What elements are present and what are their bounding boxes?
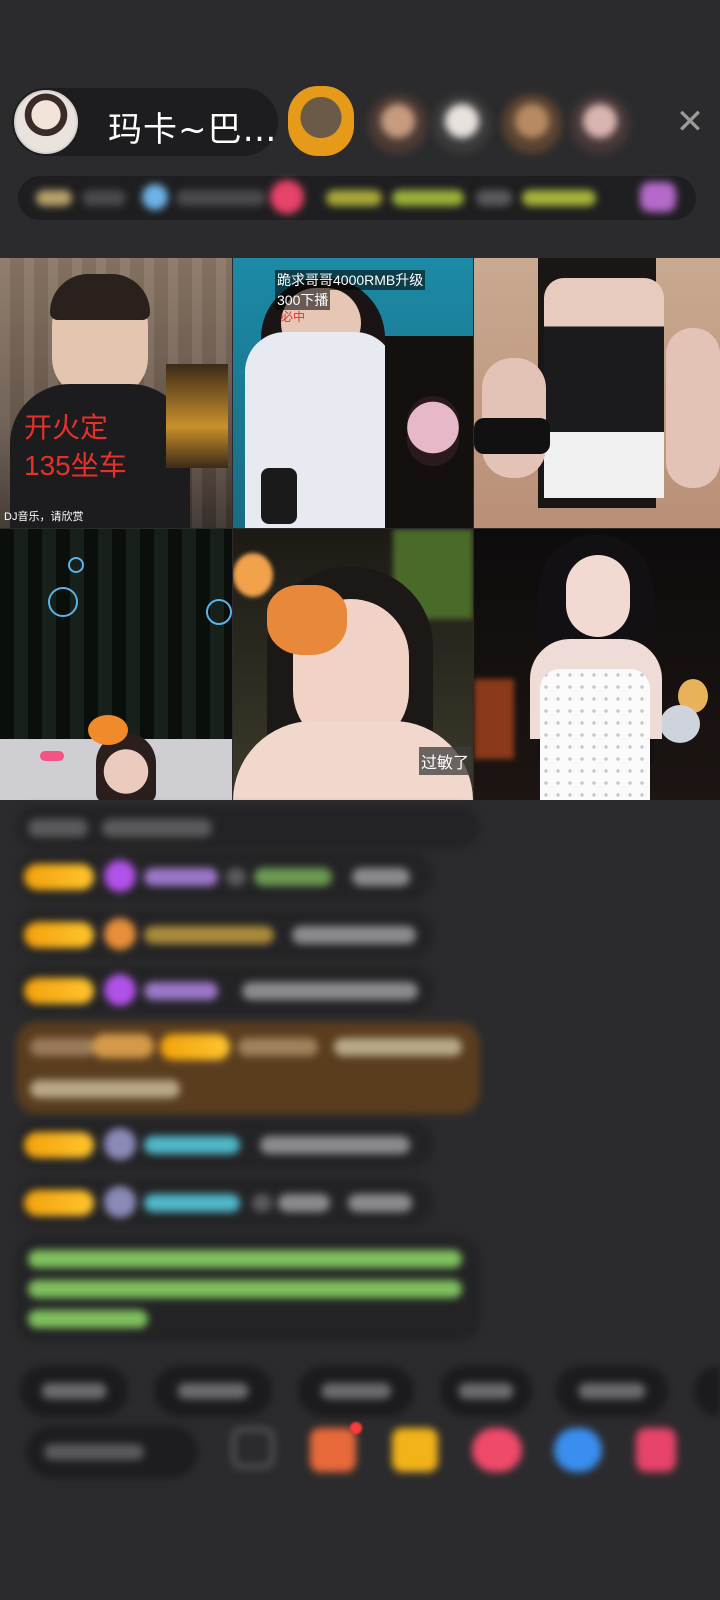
gem-icon xyxy=(104,1128,136,1160)
video-tile-6[interactable] xyxy=(474,529,720,800)
streamer-face xyxy=(566,555,630,637)
tag-chip xyxy=(326,190,382,206)
pip-video xyxy=(385,336,473,528)
microphone xyxy=(474,418,550,454)
gem-icon xyxy=(104,1186,136,1218)
chat-message[interactable] xyxy=(16,1178,434,1226)
overlay-text: 过敏了 xyxy=(419,747,472,775)
chat-icon[interactable] xyxy=(554,1428,602,1472)
top-viewer-avatar[interactable] xyxy=(288,86,354,156)
more-icon[interactable] xyxy=(232,1428,274,1468)
poster-image xyxy=(166,364,228,468)
tag-chip xyxy=(522,190,596,206)
streamer-body xyxy=(544,278,664,498)
host-name: 玛卡~巴… xyxy=(108,110,278,150)
notification-dot xyxy=(350,1422,362,1434)
gem-icon xyxy=(104,860,136,892)
tag-chip xyxy=(392,190,464,206)
chat-message[interactable] xyxy=(16,852,434,900)
quick-reply-button[interactable] xyxy=(556,1366,668,1416)
info-text xyxy=(176,190,266,206)
quick-reply-button[interactable] xyxy=(440,1366,532,1416)
viewer-avatar[interactable] xyxy=(570,94,630,154)
quick-reply-button[interactable] xyxy=(694,1366,720,1416)
sticker xyxy=(267,585,347,655)
overlay-text: 开火定 xyxy=(24,412,109,443)
chat-message[interactable] xyxy=(16,1120,434,1168)
overlay-text: 135坐车 xyxy=(24,450,127,481)
gem-icon xyxy=(104,918,136,950)
chat-message[interactable] xyxy=(16,966,434,1014)
overlay-caption: DJ音乐，请欣赏 xyxy=(4,511,84,523)
video-tile-5[interactable]: 过敏了 xyxy=(233,529,473,800)
chat-message[interactable] xyxy=(16,910,434,958)
quick-reply-button[interactable] xyxy=(20,1366,128,1416)
viewer-avatar[interactable] xyxy=(368,94,428,154)
viewer-avatar[interactable] xyxy=(432,94,492,154)
quick-reply-button[interactable] xyxy=(154,1366,272,1416)
level-badge xyxy=(24,978,94,1004)
video-tile-2[interactable]: 跪求哥哥4000RMB升级 300下播 必中 xyxy=(233,258,473,528)
viewer-avatar[interactable] xyxy=(502,94,562,154)
gift-icon[interactable] xyxy=(472,1428,522,1472)
tag-chip xyxy=(476,190,512,206)
red-packet-icon[interactable] xyxy=(392,1428,438,1472)
video-tile-3[interactable] xyxy=(474,258,720,528)
gem-icon xyxy=(104,974,136,1006)
level-badge xyxy=(160,1034,230,1060)
level-badge xyxy=(24,864,94,890)
overlay-text: 跪求哥哥4000RMB升级 xyxy=(275,270,426,290)
level-badge xyxy=(24,1132,94,1158)
quick-reply-button[interactable] xyxy=(298,1366,414,1416)
host-info-pill[interactable]: 玛卡~巴… xyxy=(12,88,278,156)
streamer-dress xyxy=(540,669,650,800)
game-icon[interactable] xyxy=(310,1428,356,1472)
overlay-text: 300下播 xyxy=(275,290,331,310)
game-icon[interactable] xyxy=(640,182,676,212)
chat-input[interactable] xyxy=(26,1426,198,1478)
rank-icon xyxy=(36,190,72,206)
info-text xyxy=(82,190,126,206)
chat-message[interactable] xyxy=(16,806,480,848)
system-message xyxy=(16,1236,480,1342)
chat-message-highlight[interactable] xyxy=(16,1022,480,1114)
overlay-text: 必中 xyxy=(281,310,306,324)
level-badge xyxy=(24,922,94,948)
gift-icon[interactable] xyxy=(270,180,304,214)
level-badge xyxy=(24,1190,94,1216)
video-tile-1[interactable]: 开火定 135坐车 DJ音乐，请欣赏 xyxy=(0,258,232,528)
gem-icon[interactable] xyxy=(636,1428,676,1472)
video-tile-4[interactable] xyxy=(0,529,232,800)
host-avatar[interactable] xyxy=(14,90,78,154)
close-icon[interactable]: ✕ xyxy=(670,102,710,142)
sticker xyxy=(88,715,128,745)
microphone xyxy=(261,468,297,524)
gem-icon xyxy=(142,184,168,210)
